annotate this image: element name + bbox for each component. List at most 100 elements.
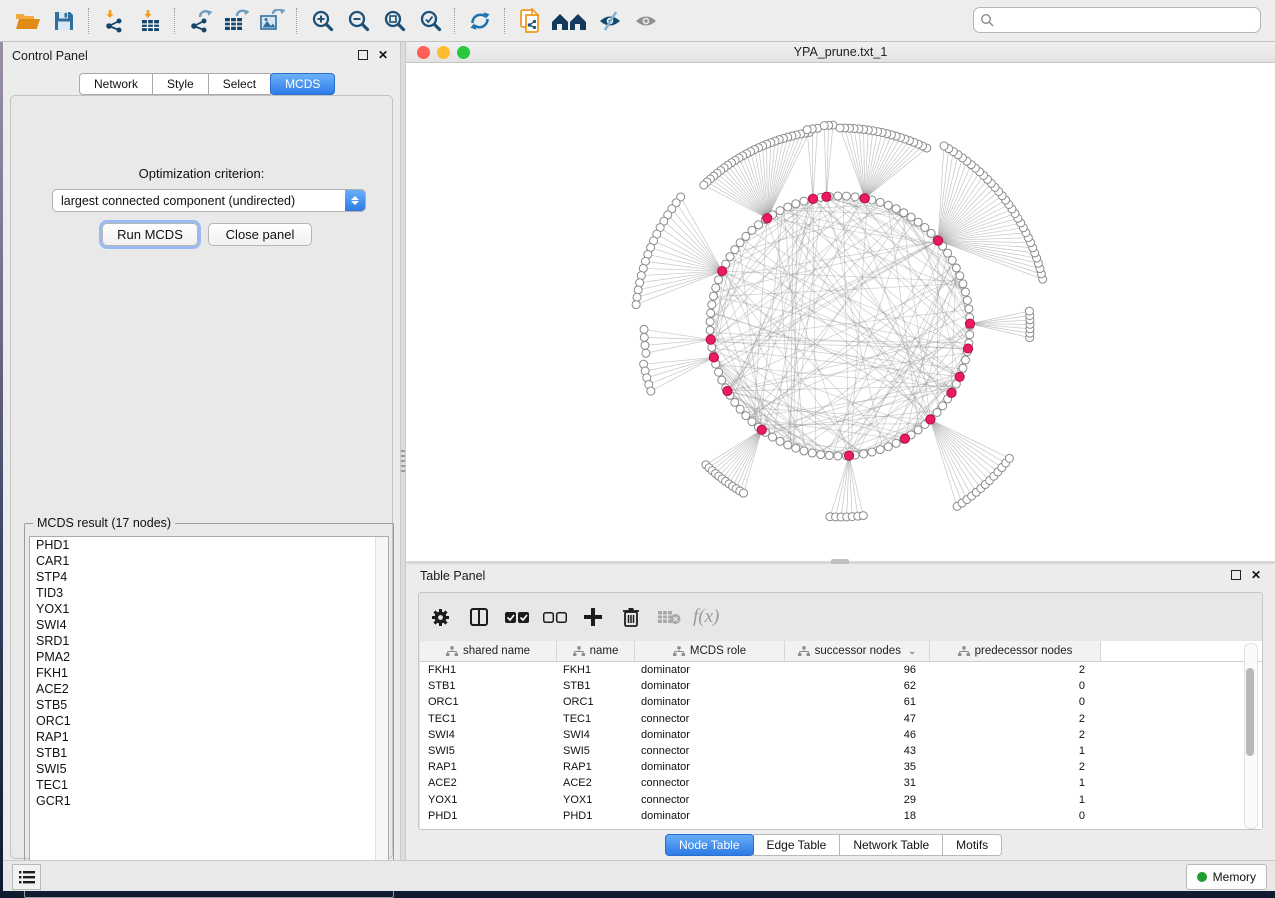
zoom-selected-icon[interactable]	[412, 4, 448, 38]
tab-network[interactable]: Network	[79, 73, 153, 95]
zoom-in-icon[interactable]	[304, 4, 340, 38]
table-scrollbar-thumb[interactable]	[1246, 668, 1254, 756]
close-panel-icon[interactable]: ✕	[378, 50, 388, 60]
export-network-icon[interactable]	[182, 4, 218, 38]
tab-network-table[interactable]: Network Table	[839, 834, 943, 856]
first-neighbors-icon[interactable]	[548, 4, 592, 38]
table-scrollbar-track[interactable]	[1244, 643, 1258, 829]
tab-mcds[interactable]: MCDS	[270, 73, 335, 95]
mcds-result-item[interactable]: SWI4	[30, 617, 388, 633]
column-header-name[interactable]: name	[557, 641, 635, 661]
import-network-icon[interactable]	[96, 4, 132, 38]
tab-style[interactable]: Style	[152, 73, 209, 95]
mcds-result-item[interactable]: RAP1	[30, 729, 388, 745]
hide-selected-icon[interactable]	[592, 4, 628, 38]
deselect-all-icon[interactable]	[541, 604, 568, 631]
mcds-result-item[interactable]: CAR1	[30, 553, 388, 569]
toolbar-separator	[174, 8, 176, 34]
table-cell: dominator	[635, 810, 785, 822]
table-row[interactable]: STB1STB1dominator620	[420, 678, 1262, 694]
import-table-icon[interactable]	[132, 4, 168, 38]
mcds-result-item[interactable]: STB1	[30, 745, 388, 761]
mcds-result-item[interactable]: PMA2	[30, 649, 388, 665]
search-input[interactable]	[973, 7, 1261, 33]
mcds-result-item[interactable]: STB5	[30, 697, 388, 713]
table-row[interactable]: ORC1ORC1dominator610	[420, 694, 1262, 710]
memory-button[interactable]: Memory	[1186, 864, 1267, 890]
clone-network-icon[interactable]	[512, 4, 548, 38]
add-column-icon[interactable]	[579, 604, 606, 631]
table-cell: SWI5	[557, 745, 635, 757]
mcds-result-item[interactable]: YOX1	[30, 601, 388, 617]
float-panel-icon[interactable]	[358, 50, 368, 60]
table-row[interactable]: RAP1RAP1dominator352	[420, 759, 1262, 775]
table-settings-icon[interactable]	[427, 604, 454, 631]
task-history-button[interactable]	[12, 864, 41, 890]
column-header-MCDS-role[interactable]: MCDS role	[635, 641, 785, 661]
status-bar: Memory	[3, 860, 1275, 891]
mcds-result-item[interactable]: SWI5	[30, 761, 388, 777]
delete-column-icon[interactable]	[617, 604, 644, 631]
show-all-icon[interactable]	[628, 4, 664, 38]
table-cell: 2	[930, 761, 1101, 773]
column-visibility-icon[interactable]	[465, 604, 492, 631]
tab-motifs[interactable]: Motifs	[942, 834, 1002, 856]
control-panel: Control Panel ✕ Network Style Select MCD…	[3, 42, 400, 860]
table-row[interactable]: TEC1TEC1connector472	[420, 711, 1262, 727]
table-row[interactable]: YOX1YOX1connector291	[420, 792, 1262, 808]
column-header-successor-nodes[interactable]: successor nodes⌄	[785, 641, 930, 661]
table-cell: PHD1	[420, 810, 557, 822]
save-session-icon[interactable]	[46, 4, 82, 38]
mcds-result-item[interactable]: ORC1	[30, 713, 388, 729]
export-table-icon[interactable]	[218, 4, 254, 38]
attribute-icon	[573, 646, 585, 657]
table-cell: TEC1	[420, 713, 557, 725]
float-panel-icon[interactable]	[1231, 570, 1241, 580]
mcds-result-item[interactable]: SRD1	[30, 633, 388, 649]
tab-node-table[interactable]: Node Table	[665, 834, 754, 856]
list-scrollbar-track[interactable]	[375, 537, 388, 889]
splitter-handle[interactable]	[401, 450, 405, 472]
select-all-icon[interactable]	[503, 604, 530, 631]
toolbar-separator	[454, 8, 456, 34]
column-header-predecessor-nodes[interactable]: predecessor nodes	[930, 641, 1101, 661]
table-cell: 1	[930, 745, 1101, 757]
tab-edge-table[interactable]: Edge Table	[753, 834, 841, 856]
criterion-dropdown[interactable]: largest connected component (undirected)	[52, 189, 366, 212]
table-cell: STB1	[420, 680, 557, 692]
network-window-titlebar[interactable]: YPA_prune.txt_1	[406, 42, 1275, 63]
mcds-result-item[interactable]: TEC1	[30, 777, 388, 793]
mcds-result-item[interactable]: FKH1	[30, 665, 388, 681]
folder-front	[16, 19, 40, 29]
table-row[interactable]: SWI5SWI5connector431	[420, 743, 1262, 759]
table-toolbar: f(x)	[427, 599, 719, 635]
zoom-fit-icon[interactable]	[376, 4, 412, 38]
table-row[interactable]: FKH1FKH1dominator962	[420, 662, 1262, 678]
mcds-result-item[interactable]: ACE2	[30, 681, 388, 697]
table-cell: ACE2	[420, 777, 557, 789]
close-panel-button[interactable]: Close panel	[208, 223, 312, 246]
table-row[interactable]: PHD1PHD1dominator180	[420, 808, 1262, 824]
tab-select[interactable]: Select	[208, 73, 271, 95]
column-header-shared-name[interactable]: shared name	[420, 641, 557, 661]
table-row[interactable]: SWI4SWI4dominator462	[420, 727, 1262, 743]
toolbar-separator	[88, 8, 90, 34]
search-box	[973, 7, 1261, 33]
mcds-result-list[interactable]: PHD1CAR1STP4TID3YOX1SWI4SRD1PMA2FKH1ACE2…	[29, 536, 389, 890]
sort-chevron-icon: ⌄	[908, 646, 916, 657]
mcds-result-item[interactable]: GCR1	[30, 793, 388, 809]
open-file-icon[interactable]	[10, 4, 46, 38]
export-image-icon[interactable]	[254, 4, 290, 38]
mcds-result-item[interactable]: PHD1	[30, 537, 388, 553]
network-canvas[interactable]	[406, 63, 1275, 561]
mcds-result-item[interactable]: TID3	[30, 585, 388, 601]
close-panel-icon[interactable]: ✕	[1251, 570, 1261, 580]
mcds-result-item[interactable]: STP4	[30, 569, 388, 585]
table-container: f(x) shared namenameMCDS rolesuccessor n…	[418, 592, 1263, 830]
zoom-out-icon[interactable]	[340, 4, 376, 38]
app-content: Control Panel ✕ Network Style Select MCD…	[3, 42, 1275, 891]
table-cell: 47	[785, 713, 930, 725]
table-row[interactable]: ACE2ACE2connector311	[420, 775, 1262, 791]
run-mcds-button[interactable]: Run MCDS	[102, 223, 198, 246]
refresh-icon[interactable]	[462, 4, 498, 38]
